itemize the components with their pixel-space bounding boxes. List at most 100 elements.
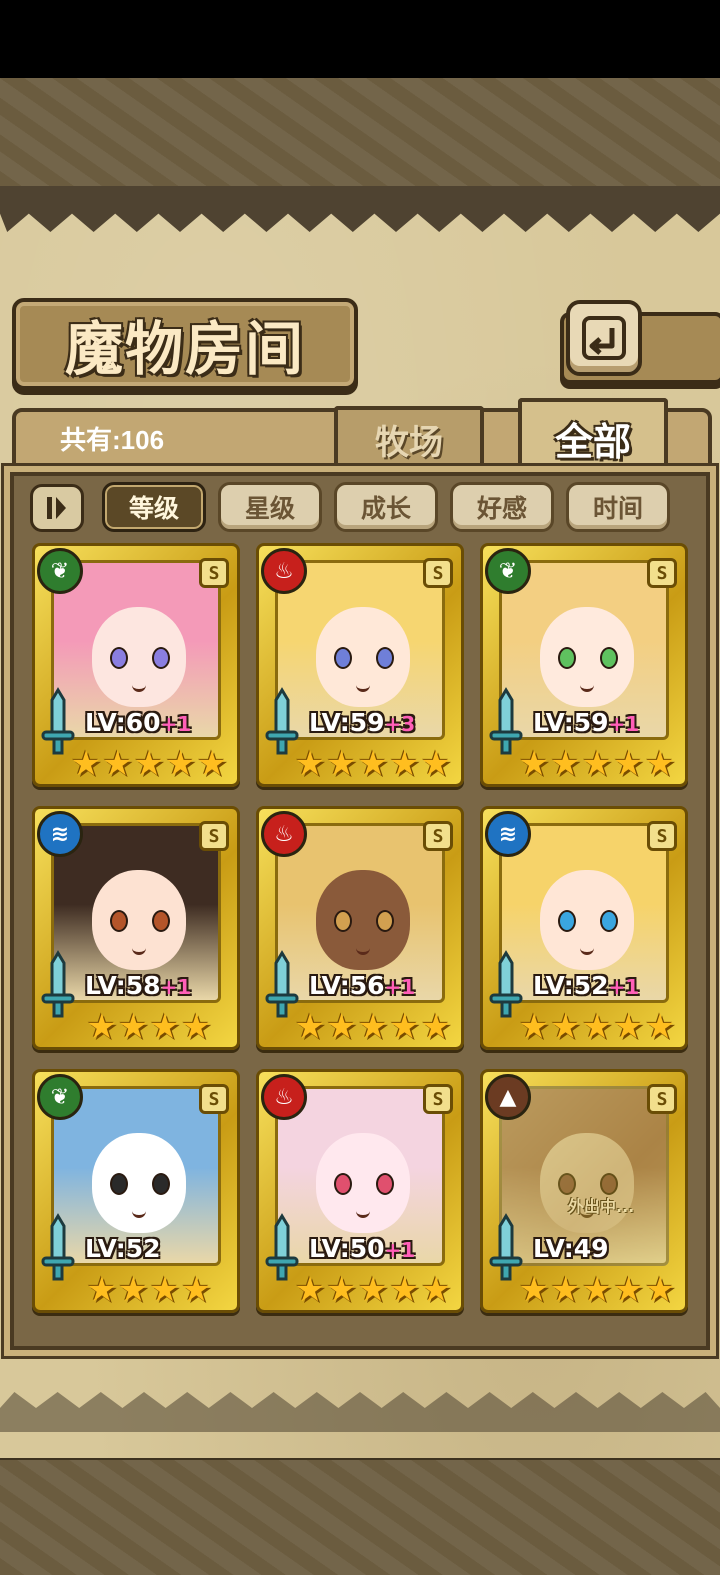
star-icon: ★ (420, 1270, 452, 1310)
portrait-face (316, 870, 410, 970)
level-bonus: +3 (384, 712, 416, 736)
star-icon: ★ (294, 1270, 326, 1310)
earth-element-icon: ▲ (485, 1074, 531, 1120)
star-icon: ★ (613, 744, 644, 784)
monster-card[interactable]: ❦ S LV:59+1 ★ ★ ★ ★ ★ (480, 543, 688, 787)
monster-card[interactable]: ❦ S LV:60+1 ★ ★ ★ ★ ★ (32, 543, 240, 787)
monster-card[interactable]: ❦ S LV:52 ★ ★ ★ ★ (32, 1069, 240, 1313)
tab-ranch[interactable]: 牧场 (334, 406, 484, 468)
monster-card[interactable]: 外出中... ▲ S LV:49 ★ ★ ★ ★ ★ (480, 1069, 688, 1313)
monster-card[interactable]: ♨ S LV:59+3 ★ ★ ★ ★ ★ (256, 543, 464, 787)
star-icon: ★ (326, 1007, 357, 1047)
star-rating: ★ ★ ★ ★ ★ (293, 1009, 453, 1045)
star-icon: ★ (389, 744, 420, 784)
star-icon: ★ (550, 1007, 581, 1047)
level-label: LV:52+1 (533, 971, 639, 1000)
star-rating: ★ ★ ★ ★ ★ (517, 1009, 677, 1045)
portrait-eye (152, 1173, 170, 1195)
star-rating: ★ ★ ★ ★ (69, 1009, 229, 1045)
zigzag-border-bottom (0, 1392, 720, 1432)
star-icon: ★ (389, 1270, 420, 1310)
star-icon: ★ (86, 1270, 118, 1310)
portrait-face (316, 1133, 410, 1233)
portrait-face (316, 607, 410, 707)
sort-by-affection[interactable]: 好感 (450, 482, 554, 532)
fire-element-icon: ♨ (261, 1074, 307, 1120)
star-icon: ★ (196, 744, 228, 784)
star-icon: ★ (357, 1007, 389, 1047)
portrait-eye (152, 647, 170, 669)
level-value: LV:50 (309, 1234, 385, 1263)
star-rating: ★ ★ ★ ★ ★ (293, 746, 453, 782)
sort-bar: 等级 星级 成长 好感 时间 (30, 482, 690, 534)
star-icon: ★ (581, 1270, 613, 1310)
monster-count: 共有:106 (60, 425, 165, 455)
monster-card[interactable]: ≋ S LV:52+1 ★ ★ ★ ★ ★ (480, 806, 688, 1050)
portrait-eye (110, 1173, 128, 1195)
level-value: LV:52 (85, 1234, 161, 1263)
level-value: LV:58 (85, 971, 161, 1000)
level-label: LV:50+1 (309, 1234, 415, 1263)
water-element-icon: ≋ (485, 811, 531, 857)
sort-order-toggle[interactable] (30, 484, 84, 532)
star-icon: ★ (613, 1270, 644, 1310)
star-icon: ★ (86, 1007, 118, 1047)
star-icon: ★ (70, 744, 102, 784)
star-icon: ★ (102, 744, 133, 784)
status-bar (0, 0, 720, 78)
portrait-eye (110, 647, 128, 669)
water-element-icon: ≋ (37, 811, 83, 857)
star-icon: ★ (165, 744, 196, 784)
star-icon: ★ (550, 1270, 581, 1310)
level-bonus: +1 (608, 975, 640, 999)
star-icon: ★ (357, 744, 389, 784)
star-icon: ★ (550, 744, 581, 784)
star-icon: ★ (389, 1007, 420, 1047)
level-label: LV:56+1 (309, 971, 415, 1000)
portrait-eye (334, 1173, 352, 1195)
star-icon: ★ (613, 1007, 644, 1047)
grade-badge: S (423, 1084, 453, 1114)
level-bonus: +1 (384, 975, 416, 999)
star-icon: ★ (180, 1270, 212, 1310)
portrait-face (92, 870, 186, 970)
star-icon: ★ (644, 1007, 676, 1047)
portrait-eye (110, 910, 128, 932)
grade-badge: S (199, 558, 229, 588)
sort-by-time[interactable]: 时间 (566, 482, 670, 532)
fire-element-icon: ♨ (261, 548, 307, 594)
portrait-face (540, 607, 634, 707)
star-icon: ★ (518, 744, 550, 784)
sort-by-stars[interactable]: 星级 (218, 482, 322, 532)
level-label: LV:59+1 (533, 708, 639, 737)
portrait-eye (558, 1173, 576, 1195)
star-icon: ★ (118, 1007, 149, 1047)
portrait-eye (558, 647, 576, 669)
portrait-eye (376, 1173, 394, 1195)
portrait-face (540, 870, 634, 970)
sort-order-icon (47, 497, 66, 519)
star-icon: ★ (357, 1270, 389, 1310)
page-title: 魔物房间 (64, 315, 305, 383)
back-button[interactable] (566, 300, 642, 376)
tab-all[interactable]: 全部 (518, 398, 668, 474)
star-icon: ★ (581, 744, 613, 784)
sort-by-growth[interactable]: 成长 (334, 482, 438, 532)
monster-card[interactable]: ♨ S LV:56+1 ★ ★ ★ ★ ★ (256, 806, 464, 1050)
portrait-eye (376, 910, 394, 932)
star-icon: ★ (149, 1007, 180, 1047)
star-icon: ★ (294, 1007, 326, 1047)
star-icon: ★ (644, 744, 676, 784)
leaf-element-icon: ❦ (37, 548, 83, 594)
level-value: LV:60 (85, 708, 161, 737)
portrait-face (92, 607, 186, 707)
sort-by-level[interactable]: 等级 (102, 482, 206, 532)
monster-card[interactable]: ♨ S LV:50+1 ★ ★ ★ ★ ★ (256, 1069, 464, 1313)
grade-badge: S (199, 821, 229, 851)
grade-badge: S (423, 821, 453, 851)
star-icon: ★ (581, 1007, 613, 1047)
fire-element-icon: ♨ (261, 811, 307, 857)
star-icon: ★ (326, 744, 357, 784)
monster-card[interactable]: ≋ S LV:58+1 ★ ★ ★ ★ (32, 806, 240, 1050)
level-value: LV:59 (533, 708, 609, 737)
